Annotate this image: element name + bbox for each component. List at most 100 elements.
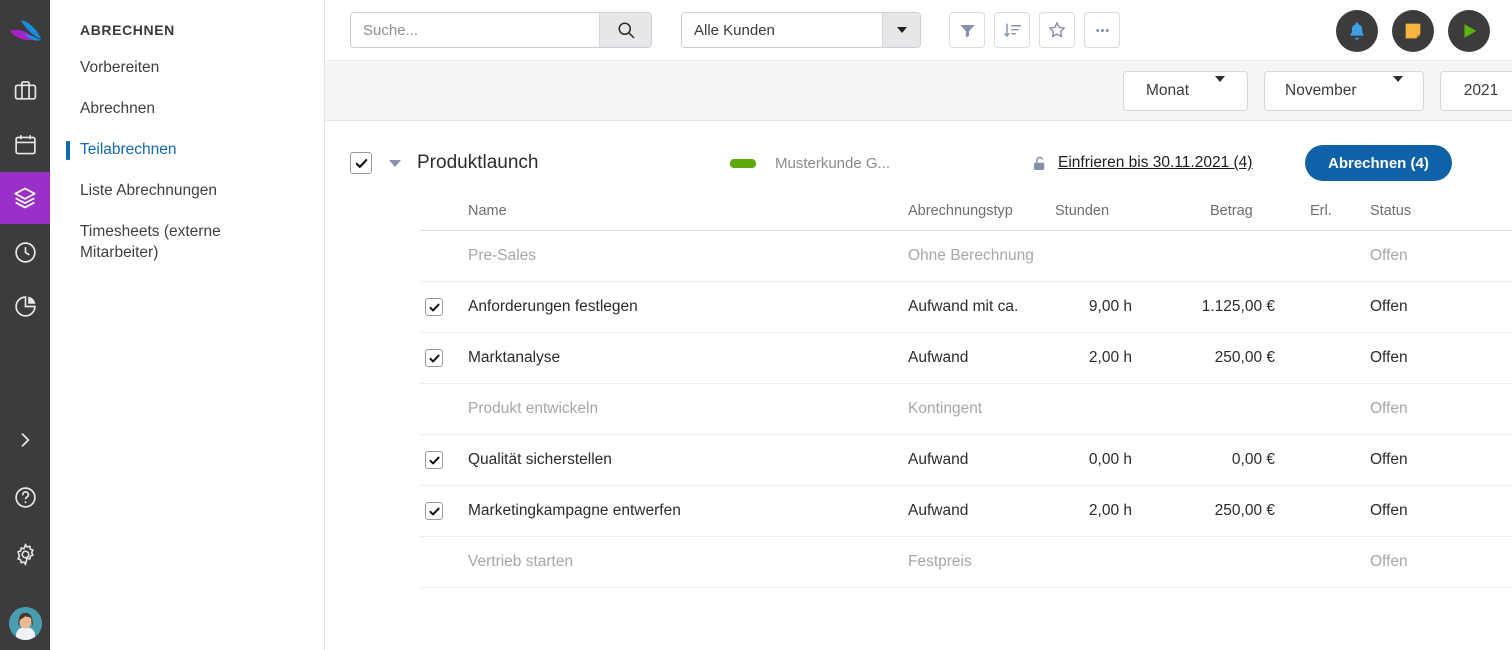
status-badge <box>730 159 756 168</box>
rail-item-reports[interactable] <box>0 280 50 332</box>
rail-item-abrechnen[interactable] <box>0 172 50 224</box>
year-field[interactable]: 2021 <box>1440 71 1512 111</box>
row-checkbox[interactable] <box>425 502 443 520</box>
customer-filter-select[interactable]: Alle Kunden <box>681 12 921 48</box>
table-row[interactable]: Vertrieb starten Festpreis Offen <box>420 537 1512 588</box>
app-root: ABRECHNEN Vorbereiten Abrechnen Teilabre… <box>0 0 1512 650</box>
column-header-name: Name <box>468 203 507 219</box>
more-button[interactable] <box>1084 12 1120 48</box>
table-row[interactable]: Pre-Sales Ohne Berechnung Offen <box>420 231 1512 282</box>
rail-item-calendar[interactable] <box>0 118 50 170</box>
billing-table: Name Abrechnungstyp Stunden Betrag Erl. … <box>420 191 1512 588</box>
notifications-button[interactable] <box>1336 10 1378 52</box>
row-status: Offen <box>1370 349 1408 367</box>
icon-rail <box>0 0 50 650</box>
column-header-done: Erl. <box>1310 203 1332 219</box>
sidebar-item-liste-abrechnungen[interactable]: Liste Abrechnungen <box>50 171 324 212</box>
project-header-row: Produktlaunch Musterkunde G... Einfriere… <box>325 135 1512 191</box>
row-status: Offen <box>1370 553 1408 571</box>
favorite-button[interactable] <box>1039 12 1075 48</box>
main-content: Alle Kunden <box>325 0 1512 650</box>
rail-item-briefcase[interactable] <box>0 64 50 116</box>
row-checkbox[interactable] <box>425 451 443 469</box>
sidebar-item-timesheets[interactable]: Timesheets (externe Mitarbeiter) <box>50 212 324 274</box>
column-header-status: Status <box>1370 203 1411 219</box>
toolbar: Alle Kunden <box>325 0 1512 61</box>
row-name: Marketingkampagne entwerfen <box>468 502 681 520</box>
search-input[interactable] <box>351 13 599 47</box>
row-type: Kontingent <box>908 400 982 418</box>
row-type: Ohne Berechnung <box>908 247 1034 265</box>
table-row[interactable]: Qualität sicherstellen Aufwand 0,00 h0,00 … <box>420 435 1512 486</box>
row-status: Offen <box>1370 247 1408 265</box>
project-checkbox[interactable] <box>350 152 372 174</box>
project-customer: Musterkunde G... <box>775 155 890 172</box>
row-type: Festpreis <box>908 553 972 571</box>
row-name: Pre-Sales <box>468 247 536 265</box>
sidebar-item-teilabrechnen[interactable]: Teilabrechnen <box>50 130 324 171</box>
row-status: Offen <box>1370 400 1408 418</box>
sidebar-item-abrechnen[interactable]: Abrechnen <box>50 89 324 130</box>
toolbar-round-buttons <box>1336 10 1490 52</box>
row-type: Aufwand <box>908 502 968 520</box>
month-value: November <box>1265 82 1357 100</box>
row-amount: 250,00 € <box>1120 502 1275 520</box>
triangle-down-icon[interactable] <box>389 160 401 167</box>
customer-filter-value: Alle Kunden <box>682 13 882 47</box>
column-header-type: Abrechnungstyp <box>908 203 1013 219</box>
chevron-down-icon <box>1215 82 1247 100</box>
sidebar-title: ABRECHNEN <box>50 18 324 48</box>
sidebar-item-vorbereiten[interactable]: Vorbereiten <box>50 48 324 89</box>
period-type-select[interactable]: Monat <box>1123 71 1248 111</box>
column-header-hours: Stunden <box>1055 203 1109 219</box>
freeze-action[interactable]: Einfrieren bis 30.11.2021 (4) <box>1030 154 1252 173</box>
row-checkbox[interactable] <box>425 349 443 367</box>
row-type: Aufwand <box>908 349 968 367</box>
chevron-down-icon <box>1393 82 1423 100</box>
period-selector-bar: Monat November 2021 <box>325 61 1512 121</box>
unlock-icon <box>1030 154 1049 173</box>
table-header: Name Abrechnungstyp Stunden Betrag Erl. … <box>420 191 1512 231</box>
filter-button[interactable] <box>949 12 985 48</box>
row-amount: 1.125,00 € <box>1120 298 1275 316</box>
row-name: Anforderungen festlegen <box>468 298 638 316</box>
timer-start-button[interactable] <box>1448 10 1490 52</box>
rail-item-settings[interactable] <box>0 528 50 580</box>
row-status: Offen <box>1370 502 1408 520</box>
row-amount: 250,00 € <box>1120 349 1275 367</box>
sort-button[interactable] <box>994 12 1030 48</box>
search-field[interactable] <box>350 12 652 48</box>
row-hours: 0,00 h <box>980 451 1132 469</box>
table-row[interactable]: Marketingkampagne entwerfen Aufwand 2,00 h… <box>420 486 1512 537</box>
chevron-down-icon[interactable] <box>882 13 920 47</box>
table-row[interactable]: Anforderungen festlegenAufwand mit ca.9,… <box>420 282 1512 333</box>
row-name: Marktanalyse <box>468 349 560 367</box>
row-name: Vertrieb starten <box>468 553 573 571</box>
period-type-value: Monat <box>1124 82 1189 100</box>
row-status: Offen <box>1370 298 1408 316</box>
table-row[interactable]: Marktanalyse Aufwand 2,00 h250,00 € Offen <box>420 333 1512 384</box>
table-row[interactable]: Produkt entwickelnKontingentOffen <box>420 384 1512 435</box>
project-name: Produktlaunch <box>417 152 538 174</box>
rail-item-clock[interactable] <box>0 226 50 278</box>
month-select[interactable]: November <box>1264 71 1424 111</box>
search-button[interactable] <box>599 13 651 47</box>
abrechnen-button[interactable]: Abrechnen (4) <box>1305 145 1452 181</box>
row-amount: 0,00 € <box>1120 451 1275 469</box>
row-name: Qualität sicherstellen <box>468 451 612 469</box>
sidebar-nav: ABRECHNEN Vorbereiten Abrechnen Teilabre… <box>50 0 325 650</box>
notes-button[interactable] <box>1392 10 1434 52</box>
toolbar-buttons <box>949 12 1120 48</box>
rail-item-expand[interactable] <box>0 414 50 466</box>
awork-logo[interactable] <box>0 8 50 56</box>
year-value: 2021 <box>1446 82 1512 100</box>
rail-item-help[interactable] <box>0 471 50 523</box>
row-checkbox[interactable] <box>425 298 443 316</box>
freeze-link-label: Einfrieren bis 30.11.2021 (4) <box>1058 154 1252 172</box>
row-status: Offen <box>1370 451 1408 469</box>
column-header-amount: Betrag <box>1210 203 1253 219</box>
row-type: Aufwand <box>908 451 968 469</box>
row-hours: 2,00 h <box>980 349 1132 367</box>
avatar[interactable] <box>9 607 42 640</box>
row-hours: 2,00 h <box>980 502 1132 520</box>
